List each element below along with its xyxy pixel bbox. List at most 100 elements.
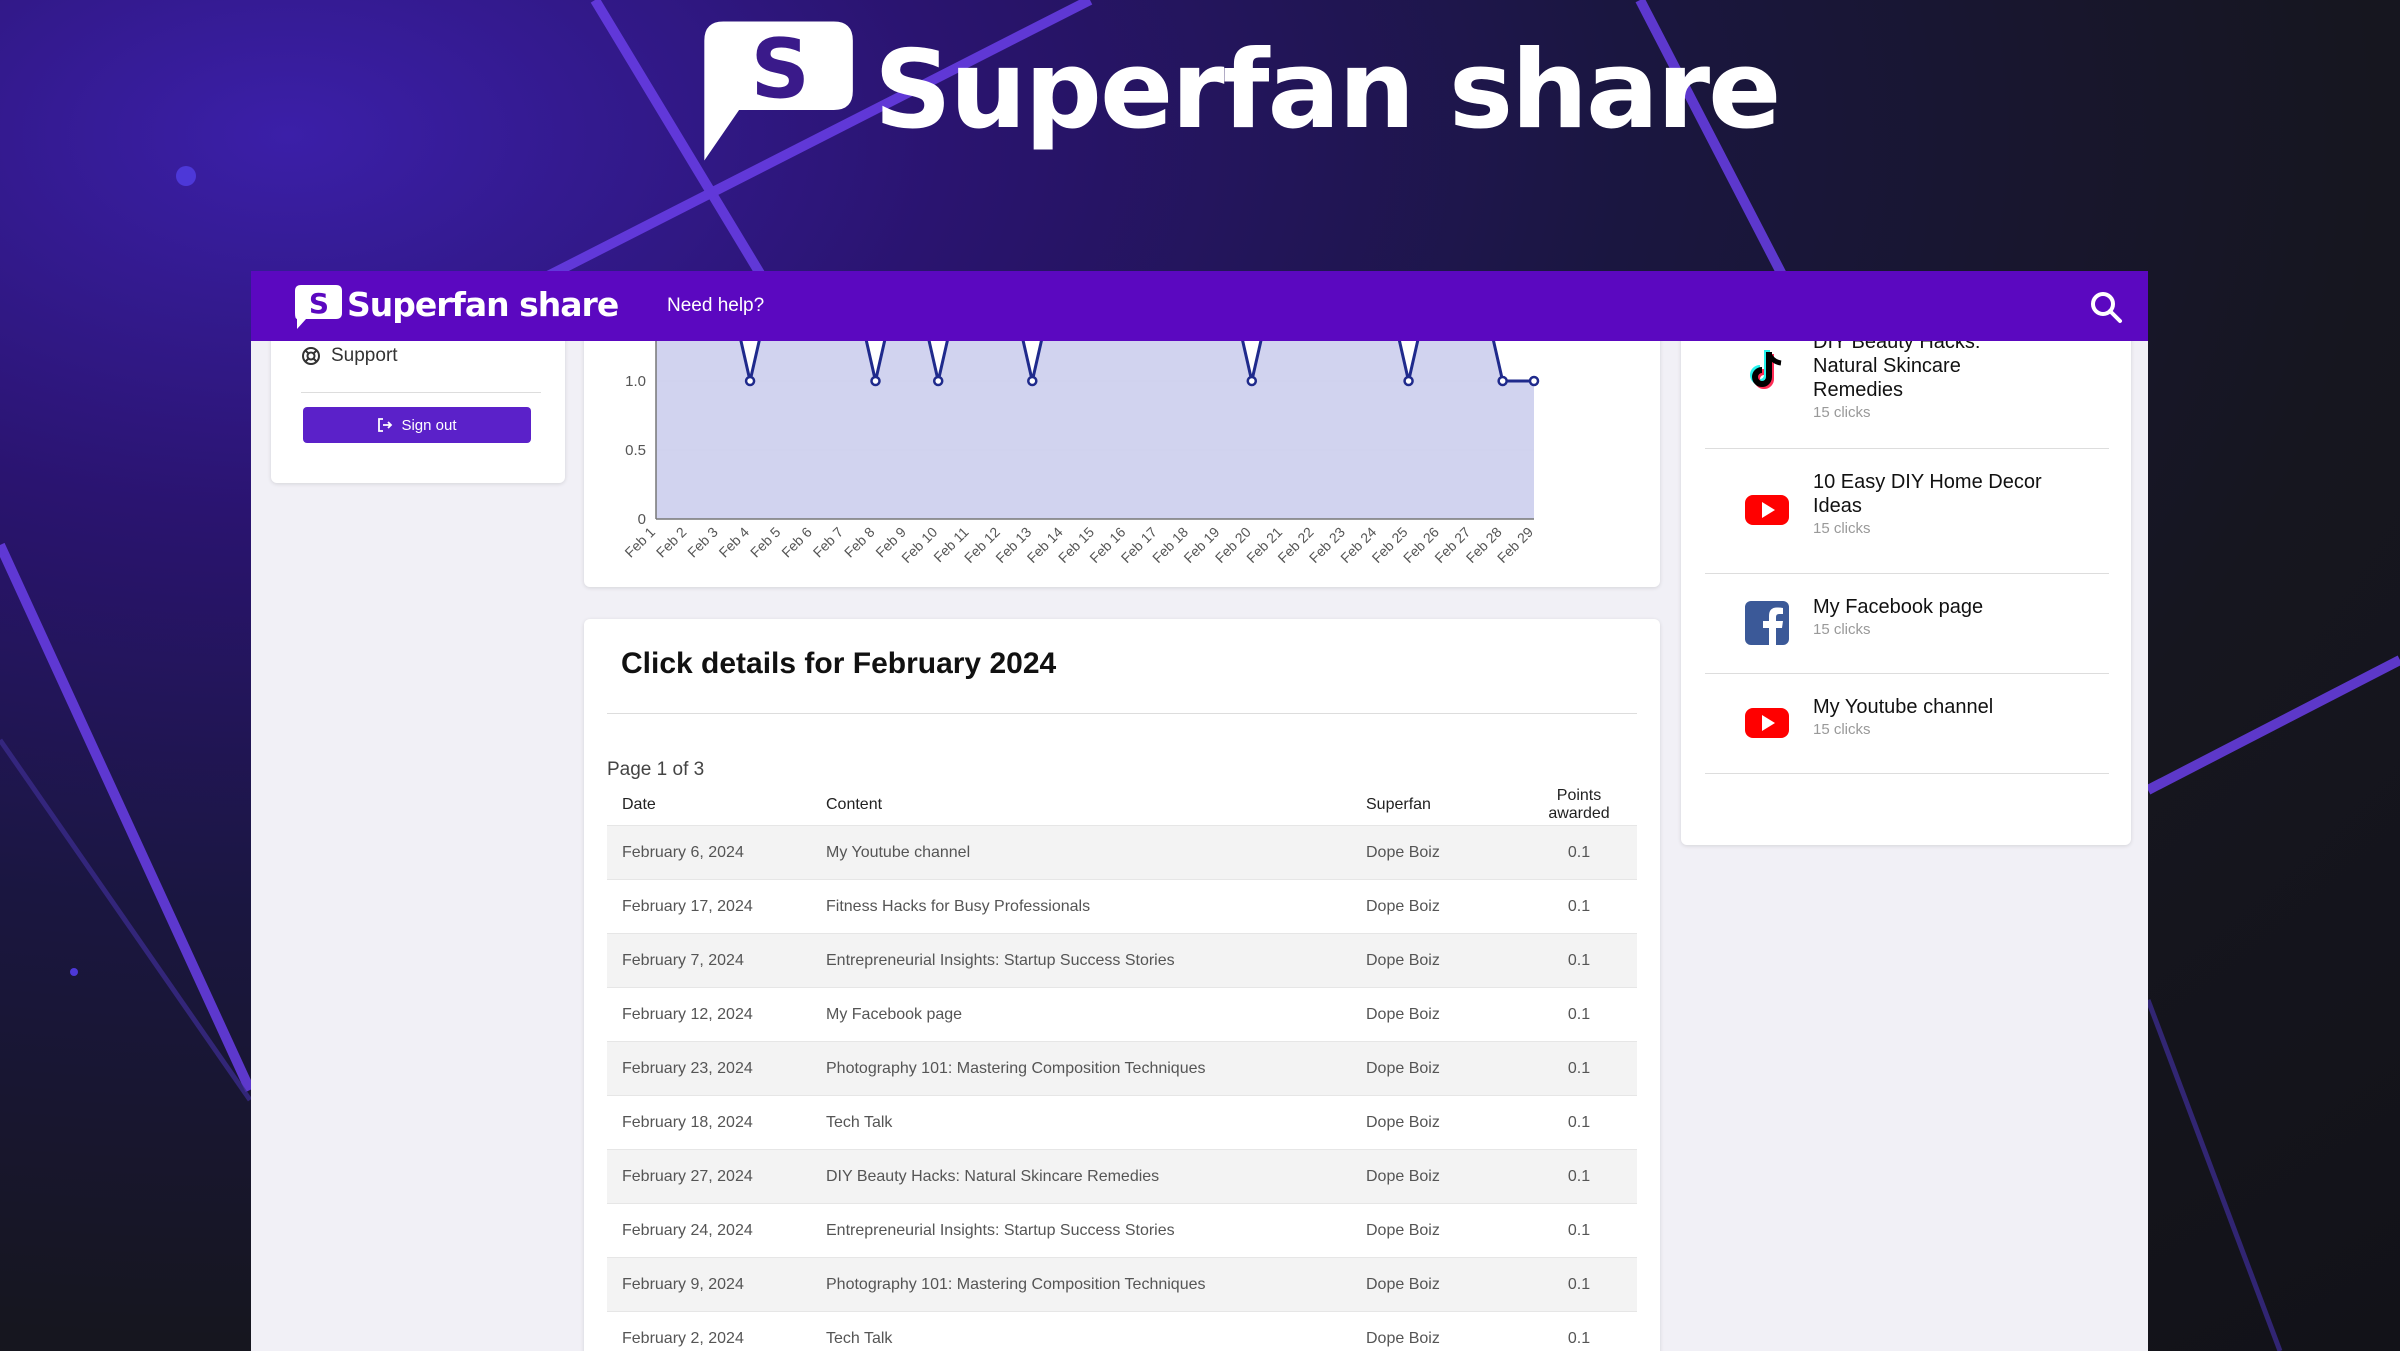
sign-out-icon — [378, 418, 393, 432]
svg-text:S: S — [309, 287, 329, 320]
data-point — [744, 375, 756, 387]
content-clicks: 15 clicks — [1813, 520, 1871, 537]
column-header-superfan: Superfan — [1366, 796, 1431, 813]
superfan-logo: S — [704, 21, 853, 161]
data-point — [1497, 375, 1508, 387]
cell-points: 0.1 — [1521, 1203, 1637, 1258]
cell-date: February 2, 2024 — [607, 1311, 811, 1351]
x-tick-label: Feb 8 — [841, 524, 878, 561]
facebook-icon — [1743, 599, 1791, 647]
pagination-info: Page 1 of 3 — [607, 759, 705, 780]
click-details-card: Click details for February 2024 Page 1 o… — [584, 619, 1660, 1351]
content-text: 10 Easy DIY Home Decor Ideas 15 clicks — [1813, 470, 2043, 537]
cell-date: February 9, 2024 — [607, 1257, 811, 1312]
support-label: Support — [331, 345, 398, 366]
data-point — [1403, 375, 1414, 387]
hero-brand-name: Superfan share — [874, 28, 1781, 153]
youtube-icon — [1743, 486, 1791, 534]
cell-superfan: Dope Boiz — [1351, 1095, 1521, 1150]
click-details-table: Date Content Superfan Points awarded Feb… — [607, 785, 1637, 1351]
cell-date: February 27, 2024 — [607, 1149, 811, 1204]
x-tick-label: Feb 2 — [653, 524, 690, 561]
clicks-chart-card: 1.0 0.5 0 Feb 1 Feb 2 Feb 3 Feb 4 Feb 5 Feb 6 Feb… — [584, 271, 1660, 587]
content-title: My Youtube channel — [1813, 696, 1994, 718]
sign-out-label: Sign out — [401, 416, 457, 434]
content-clicks: 15 clicks — [1813, 721, 1871, 738]
list-item[interactable]: 10 Easy DIY Home Decor Ideas 15 clicks — [1705, 448, 2109, 574]
cell-points: 0.1 — [1521, 987, 1637, 1042]
tiktok-icon — [1743, 346, 1791, 394]
cell-superfan: Dope Boiz — [1351, 1311, 1521, 1351]
cell-points: 0.1 — [1521, 879, 1637, 934]
data-point — [1528, 375, 1540, 387]
cell-superfan: Dope Boiz — [1351, 825, 1521, 880]
cell-date: February 12, 2024 — [607, 987, 811, 1042]
cell-content: My Facebook page — [811, 987, 1351, 1042]
top-content-panel: DIY Beauty Hacks: Natural Skincare Remed… — [1681, 311, 2131, 845]
cell-date: February 17, 2024 — [607, 879, 811, 934]
cell-content: Fitness Hacks for Busy Professionals — [811, 879, 1351, 934]
sign-out-button[interactable]: Sign out — [303, 407, 531, 443]
cell-content: DIY Beauty Hacks: Natural Skincare Remed… — [811, 1149, 1351, 1204]
hero-banner: S Superfan share — [698, 16, 1781, 166]
cell-points: 0.1 — [1521, 933, 1637, 988]
cell-superfan: Dope Boiz — [1351, 879, 1521, 934]
column-header-points: Points awarded — [1548, 787, 1610, 822]
cell-superfan: Dope Boiz — [1351, 1203, 1521, 1258]
cell-points: 0.1 — [1521, 1095, 1637, 1150]
table-row: February 9, 2024 Photography 101: Masteri… — [607, 1257, 1637, 1312]
y-tick-label: 0.5 — [625, 442, 646, 459]
search-icon[interactable] — [2088, 289, 2124, 325]
cell-superfan: Dope Boiz — [1351, 1041, 1521, 1096]
list-item[interactable]: My Youtube channel 15 clicks — [1705, 673, 2109, 774]
y-tick-label: 1.0 — [625, 373, 646, 390]
data-point — [1027, 375, 1038, 387]
need-help-link[interactable]: Need help? — [667, 295, 764, 317]
page-title: Click details for February 2024 — [621, 647, 1057, 680]
cell-content: My Youtube channel — [811, 825, 1351, 880]
cell-points: 0.1 — [1521, 1149, 1637, 1204]
cell-superfan: Dope Boiz — [1351, 1257, 1521, 1312]
cell-content: Photography 101: Mastering Composition T… — [811, 1257, 1351, 1312]
svg-text:S: S — [751, 22, 810, 117]
cell-points: 0.1 — [1521, 1041, 1637, 1096]
table-row: February 7, 2024 Entrepreneurial Insights… — [607, 933, 1637, 988]
column-header-date: Date — [622, 796, 656, 813]
content-clicks: 15 clicks — [1813, 404, 1871, 421]
list-item[interactable]: My Facebook page 15 clicks — [1705, 573, 2109, 674]
table-row: February 17, 2024 Fitness Hacks for Busy … — [607, 879, 1637, 934]
x-tick-label: Feb 29 — [1494, 524, 1536, 566]
content-title: My Facebook page — [1813, 596, 1984, 618]
x-tick-label: Feb 4 — [716, 524, 753, 561]
table-row: February 18, 2024 Tech Talk Dope Boiz 0.1 — [607, 1095, 1637, 1150]
data-point — [932, 375, 944, 387]
superfan-logo[interactable]: S — [293, 283, 343, 331]
sidebar-item-support[interactable]: Support — [301, 345, 398, 367]
x-tick-label: Feb 3 — [684, 524, 721, 561]
cell-superfan: Dope Boiz — [1351, 933, 1521, 988]
youtube-icon — [1743, 699, 1791, 747]
lifebuoy-icon — [302, 347, 320, 365]
table-row: February 2, 2024 Tech Talk Dope Boiz 0.1 — [607, 1311, 1637, 1351]
content-text: My Facebook page 15 clicks — [1813, 595, 2043, 638]
table-row: February 6, 2024 My Youtube channel Dope B… — [607, 825, 1637, 880]
cell-date: February 7, 2024 — [607, 933, 811, 988]
x-tick-label: Feb 10 — [898, 524, 940, 566]
content-text: DIY Beauty Hacks: Natural Skincare Remed… — [1813, 330, 2043, 421]
cell-content: Entrepreneurial Insights: Startup Succes… — [811, 1203, 1351, 1258]
cell-superfan: Dope Boiz — [1351, 1149, 1521, 1204]
content-clicks: 15 clicks — [1813, 621, 1871, 638]
content-title: 10 Easy DIY Home Decor Ideas — [1813, 471, 2042, 517]
app-window: S Superfan share Need help? Support Sign… — [251, 271, 2148, 1351]
table-header-row: Date Content Superfan Points awarded — [607, 785, 1637, 826]
brand-name[interactable]: Superfan share — [347, 285, 619, 324]
cell-points: 0.1 — [1521, 825, 1637, 880]
cell-date: February 6, 2024 — [607, 825, 811, 880]
column-header-content: Content — [826, 796, 883, 813]
cell-date: February 18, 2024 — [607, 1095, 811, 1150]
top-navbar: S Superfan share Need help? — [251, 271, 2148, 341]
cell-points: 0.1 — [1521, 1257, 1637, 1312]
clicks-chart: 1.00.50Feb 1Feb 2Feb 3Feb 4Feb 5Feb 6Feb… — [621, 271, 1540, 566]
divider — [607, 713, 1637, 714]
cell-content: Photography 101: Mastering Composition T… — [811, 1041, 1351, 1096]
